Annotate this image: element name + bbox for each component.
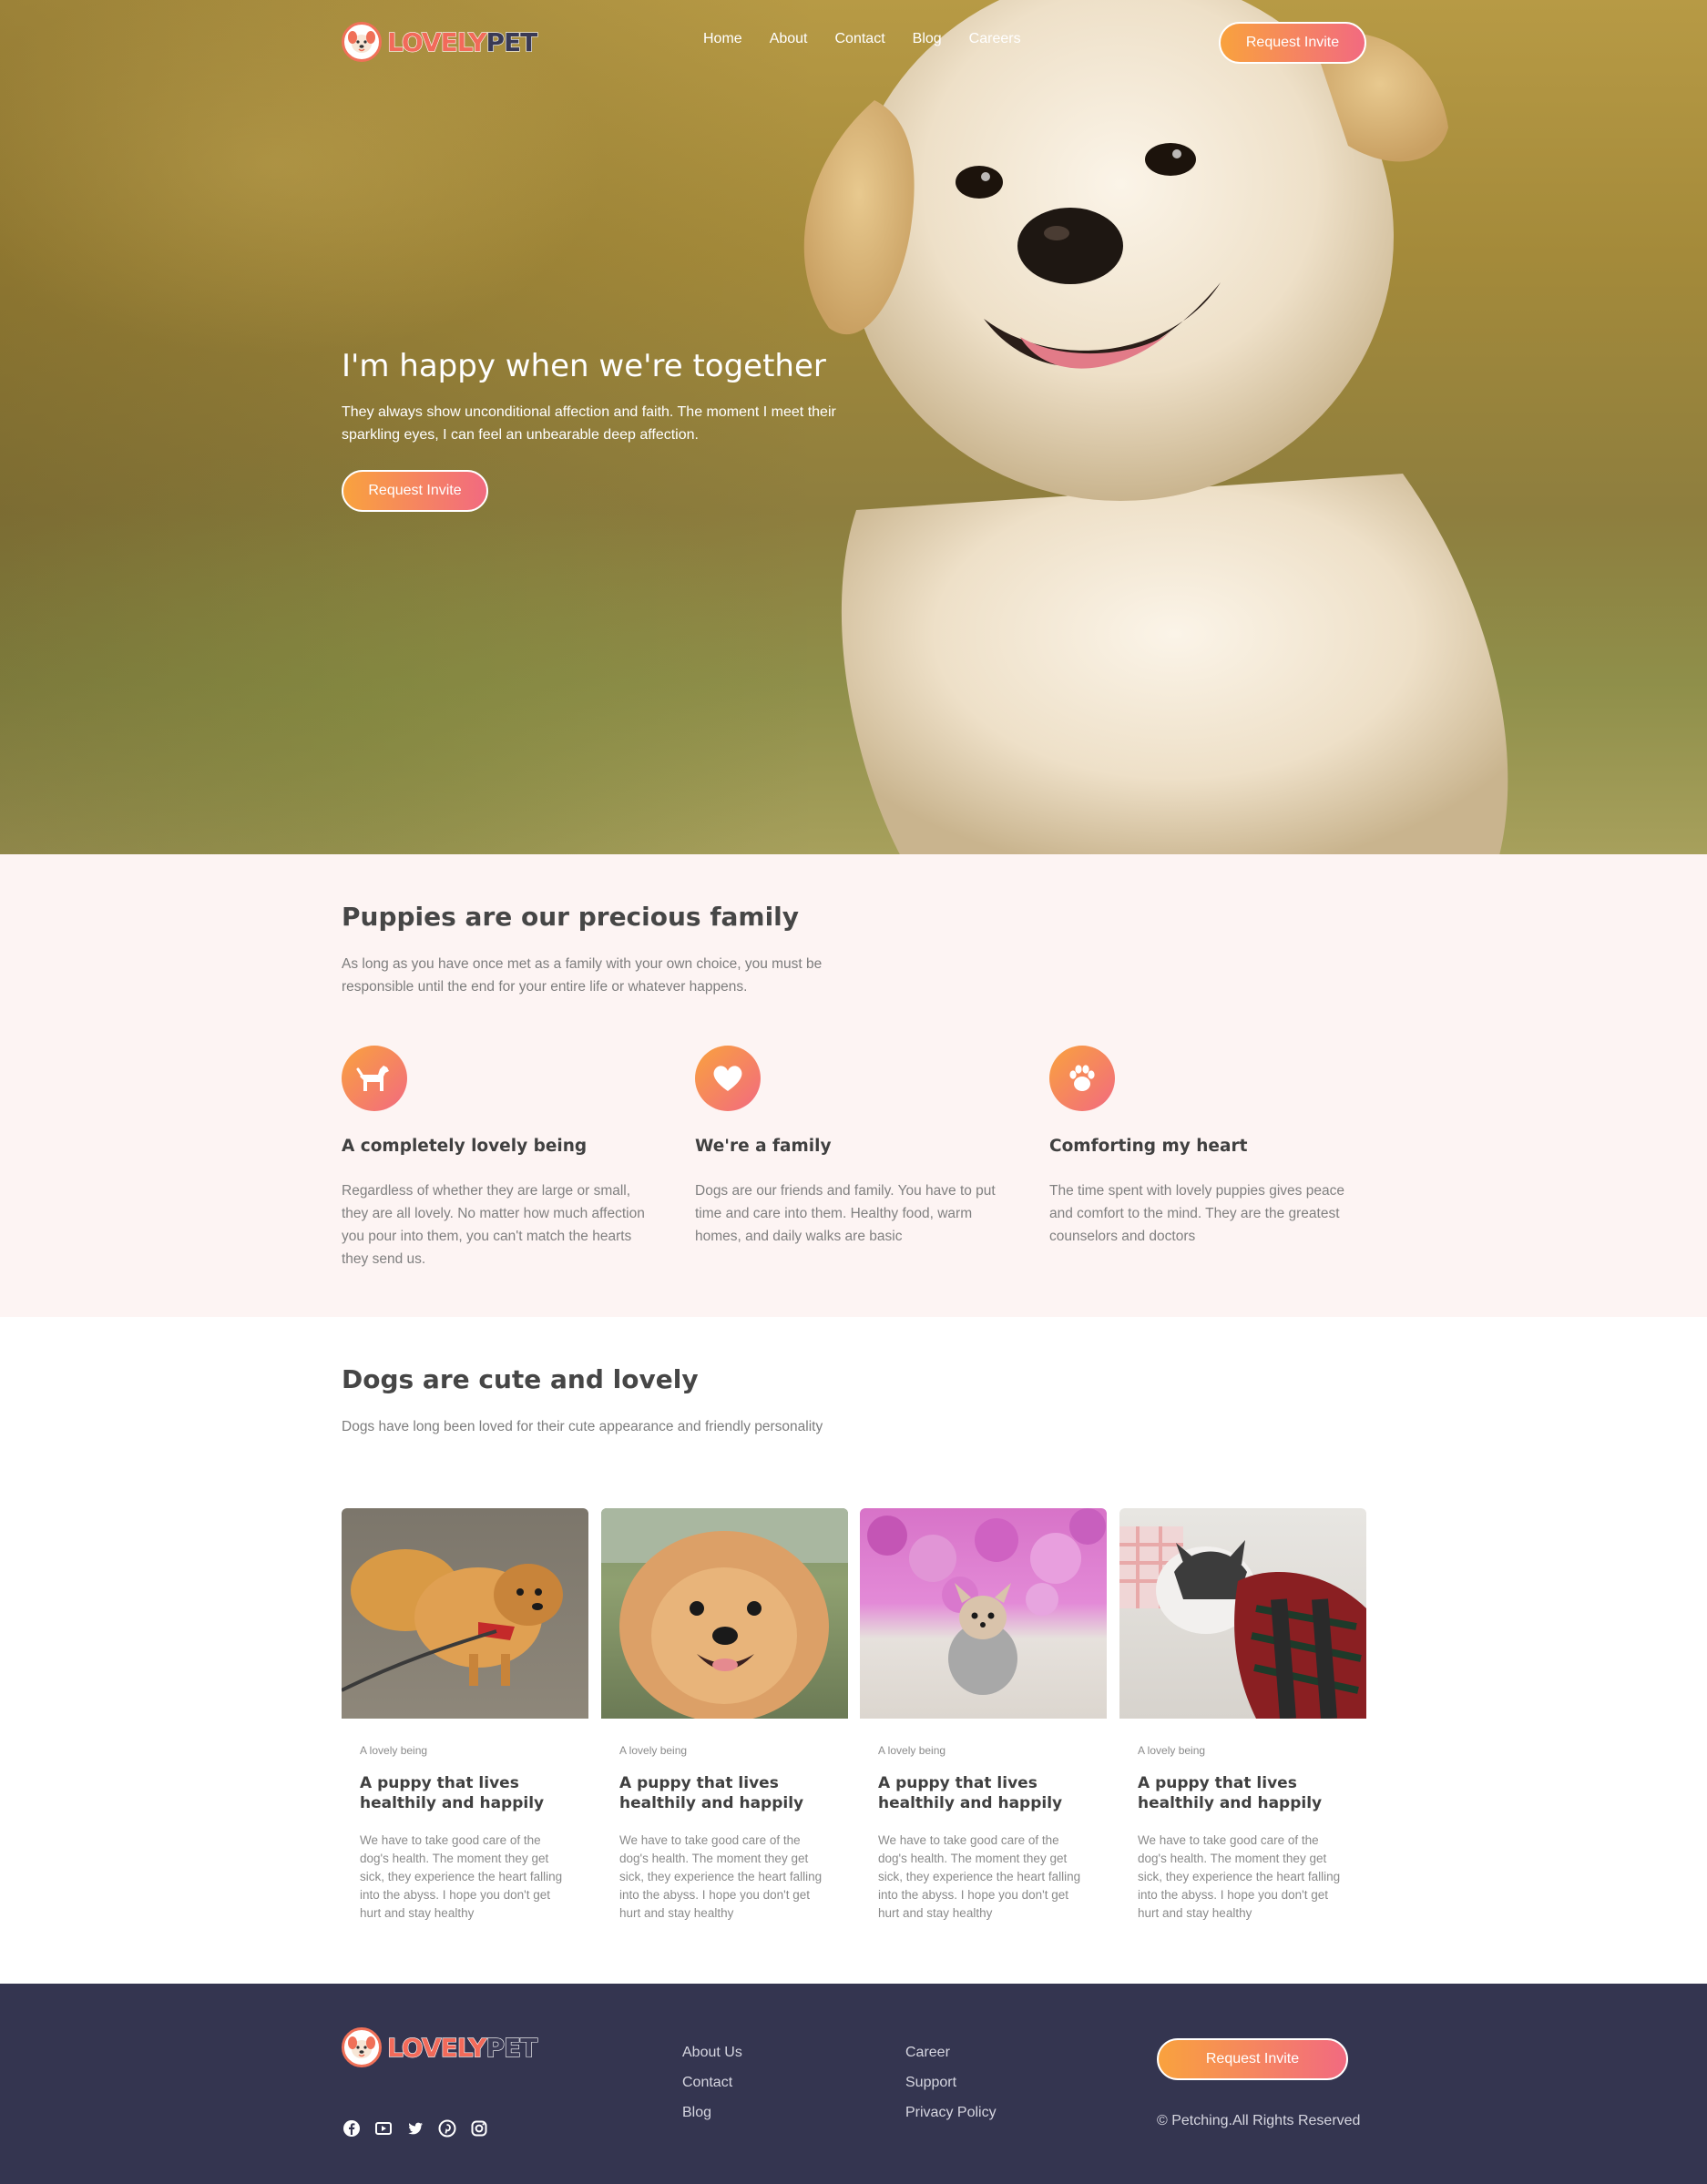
footer: LOVELYPET About Us Contact Blog Career S… <box>0 1984 1707 2184</box>
hero-text: They always show unconditional affection… <box>342 404 836 443</box>
hero-title: I'm happy when we're together <box>342 348 826 384</box>
footer-privacy-policy-link[interactable]: Privacy Policy <box>905 2104 997 2121</box>
footer-contact-link[interactable]: Contact <box>682 2074 742 2091</box>
heart-icon <box>695 1046 761 1111</box>
top-navigation: LOVELYPET Home About Contact Blog Career… <box>0 0 1707 84</box>
brand-wordmark: LOVELYPET <box>386 26 537 57</box>
social-links <box>342 2118 488 2138</box>
instagram-icon[interactable] <box>469 2118 488 2138</box>
hero-section: LOVELYPET Home About Contact Blog Career… <box>0 0 1707 854</box>
footer-links-column-2: Career Support Privacy Policy <box>905 2044 997 2121</box>
card-text: We have to take good care of the dog's h… <box>878 1833 1081 1920</box>
dog-card[interactable]: A lovely being A puppy that lives health… <box>860 1508 1107 1923</box>
card-tag: A lovely being <box>1138 1744 1206 1757</box>
nav-links: Home About Contact Blog Careers <box>703 31 1048 47</box>
dogs-section-title: Dogs are cute and lovely <box>342 1364 699 1394</box>
card-title[interactable]: A puppy that lives healthily and happily <box>878 1773 1089 1813</box>
facebook-icon[interactable] <box>342 2118 361 2138</box>
dog-card[interactable]: A lovely being A puppy that lives health… <box>601 1508 848 1923</box>
twitter-icon[interactable] <box>405 2118 424 2138</box>
dog-card[interactable]: A lovely being A puppy that lives health… <box>1119 1508 1366 1923</box>
family-section-subtitle: As long as you have once met as a family… <box>342 956 823 995</box>
card-tag: A lovely being <box>619 1744 688 1757</box>
copyright-text: © Petching.All Rights Reserved <box>1157 2113 1361 2128</box>
footer-request-invite-button[interactable]: Request Invite <box>1157 2038 1348 2080</box>
brand-wordmark: LOVELYPET <box>386 2032 537 2063</box>
dog-face-logo-icon <box>342 22 382 62</box>
nav-request-invite-button[interactable]: Request Invite <box>1219 22 1366 64</box>
feature-title: We're a family <box>695 1137 832 1156</box>
card-tag: A lovely being <box>878 1744 946 1757</box>
nav-home-link[interactable]: Home <box>703 31 742 47</box>
nav-blog-link[interactable]: Blog <box>913 31 942 47</box>
card-text: We have to take good care of the dog's h… <box>1138 1833 1341 1920</box>
family-section: Puppies are our precious family As long … <box>0 854 1707 1317</box>
footer-links-column-1: About Us Contact Blog <box>682 2044 742 2121</box>
card-text: We have to take good care of the dog's h… <box>360 1833 563 1920</box>
feature-card: A completely lovely being Regardless of … <box>342 1046 670 1271</box>
feature-text: Dogs are our friends and family. You hav… <box>695 1183 996 1244</box>
nav-careers-link[interactable]: Careers <box>969 31 1021 47</box>
footer-blog-link[interactable]: Blog <box>682 2104 742 2121</box>
feature-text: Regardless of whether they are large or … <box>342 1183 645 1267</box>
footer-brand-logo[interactable]: LOVELYPET <box>342 2027 538 2067</box>
dog-card[interactable]: A lovely being A puppy that lives health… <box>342 1508 588 1923</box>
hero-request-invite-button[interactable]: Request Invite <box>342 470 488 512</box>
dog-icon <box>342 1046 407 1111</box>
card-text: We have to take good care of the dog's h… <box>619 1833 823 1920</box>
card-title[interactable]: A puppy that lives healthily and happily <box>1138 1773 1348 1813</box>
pomeranian-on-leash-photo <box>342 1508 588 1719</box>
puppy-hero-image <box>803 0 1508 854</box>
paw-icon <box>1049 1046 1115 1111</box>
chihuahua-in-flowers-photo <box>860 1508 1107 1719</box>
dogs-section: Dogs are cute and lovely Dogs have long … <box>0 1317 1707 1984</box>
card-title[interactable]: A puppy that lives healthily and happily <box>360 1773 570 1813</box>
feature-card: We're a family Dogs are our friends and … <box>695 1046 1023 1248</box>
feature-card: Comforting my heart The time spent with … <box>1049 1046 1377 1248</box>
nav-contact-link[interactable]: Contact <box>835 31 885 47</box>
card-title[interactable]: A puppy that lives healthily and happily <box>619 1773 830 1813</box>
feature-title: A completely lovely being <box>342 1137 588 1156</box>
footer-career-link[interactable]: Career <box>905 2044 997 2061</box>
dogs-section-subtitle: Dogs have long been loved for their cute… <box>342 1419 823 1434</box>
feature-text: The time spent with lovely puppies gives… <box>1049 1183 1344 1244</box>
feature-title: Comforting my heart <box>1049 1137 1248 1156</box>
youtube-icon[interactable] <box>373 2118 393 2138</box>
sleeping-husky-photo <box>1119 1508 1366 1719</box>
dog-face-logo-icon <box>342 2027 382 2067</box>
pinterest-icon[interactable] <box>437 2118 456 2138</box>
footer-about-us-link[interactable]: About Us <box>682 2044 742 2061</box>
nav-about-link[interactable]: About <box>770 31 808 47</box>
footer-support-link[interactable]: Support <box>905 2074 997 2091</box>
brand-logo[interactable]: LOVELYPET <box>342 22 538 62</box>
card-tag: A lovely being <box>360 1744 428 1757</box>
family-section-title: Puppies are our precious family <box>342 902 800 932</box>
smiling-pomeranian-photo <box>601 1508 848 1719</box>
